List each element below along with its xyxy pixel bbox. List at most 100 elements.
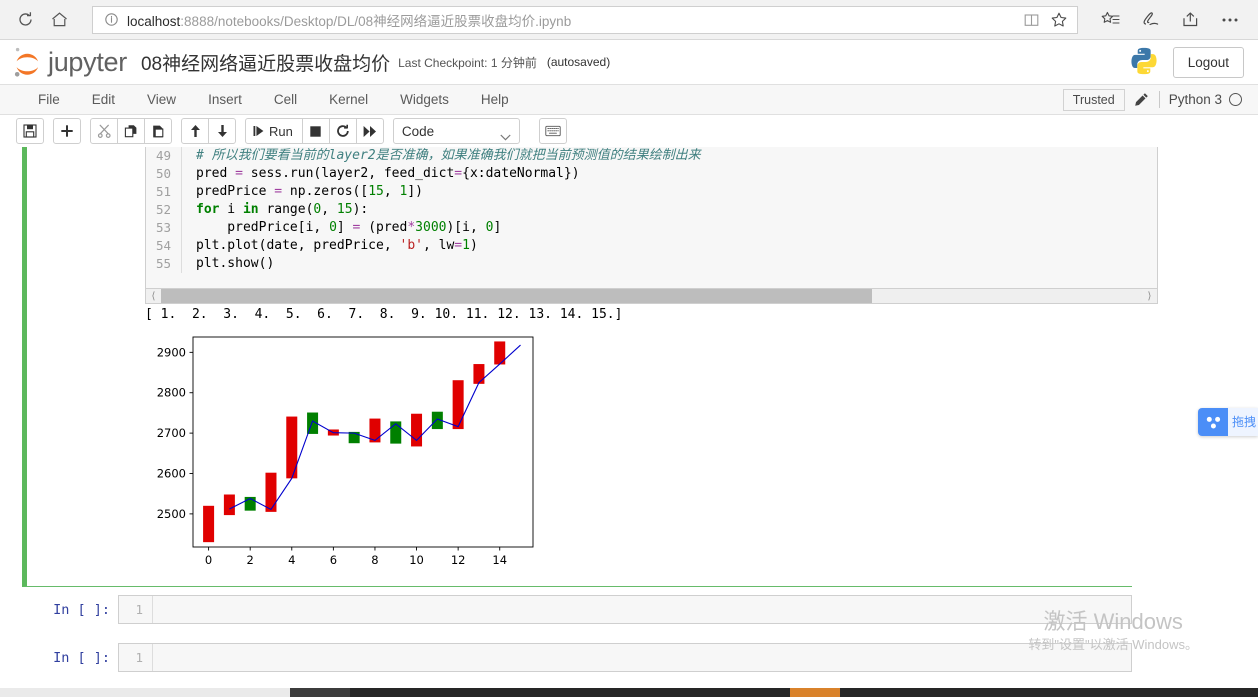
x-tick-label: 14 — [492, 553, 507, 567]
play-icon — [253, 126, 264, 136]
code-horizontal-scrollbar[interactable]: ⟨ ⟩ — [145, 288, 1158, 304]
kernel-indicator-name[interactable]: Python 3 — [1169, 92, 1222, 107]
logout-button[interactable]: Logout — [1172, 46, 1244, 78]
favorites-list-icon[interactable] — [1090, 4, 1130, 36]
candle-bar — [452, 380, 464, 430]
menu-kernel[interactable]: Kernel — [313, 85, 384, 114]
candlestick-chart: 2500 2600 2700 2800 2900 0 2 4 6 8 10 12 14 — [157, 336, 534, 567]
restart-run-all-button[interactable] — [355, 118, 384, 144]
code-line[interactable]: 55 plt.show() — [146, 255, 1157, 273]
menu-edit[interactable]: Edit — [76, 85, 131, 114]
notebook-toolbar: Run Code — [0, 115, 1258, 147]
divider — [1158, 91, 1160, 108]
interrupt-kernel-button[interactable] — [301, 118, 330, 144]
menu-file[interactable]: File — [22, 85, 76, 114]
code-text: plt.plot(date, predPrice, 'b', lw=1) — [196, 238, 478, 253]
info-icon[interactable] — [101, 10, 121, 30]
code-line[interactable]: 51 predPrice = np.zeros([15, 1]) — [146, 183, 1157, 201]
baidu-netdisk-label[interactable]: 拖拽 — [1228, 408, 1258, 436]
candle-bar — [265, 472, 277, 512]
share-icon[interactable] — [1170, 4, 1210, 36]
code-input-area[interactable]: 1 — [118, 595, 1132, 624]
menu-view[interactable]: View — [131, 85, 192, 114]
save-button[interactable] — [16, 118, 44, 144]
address-bar[interactable]: localhost:8888/notebooks/Desktop/DL/08神经… — [92, 5, 1078, 34]
pen-icon[interactable] — [1130, 4, 1170, 36]
copy-cell-button[interactable] — [117, 118, 145, 144]
scrollbar-thumb[interactable] — [161, 289, 873, 303]
command-palette-button[interactable] — [538, 118, 567, 144]
line-number: 53 — [146, 219, 182, 237]
notebook-body[interactable]: 49 # 所以我们要看当前的layer2是否准确，如果准确我们就把当前预测值的结果… — [0, 147, 1258, 681]
insert-cell-button[interactable] — [53, 118, 81, 144]
code-line[interactable]: 49 # 所以我们要看当前的layer2是否准确，如果准确我们就把当前预测值的结果… — [146, 147, 1157, 165]
x-tick-label: 2 — [247, 553, 254, 567]
code-line[interactable]: 50 pred = sess.run(layer2, feed_dict={x:d… — [146, 165, 1157, 183]
stop-square-icon — [310, 125, 322, 137]
menu-help[interactable]: Help — [465, 85, 525, 114]
fast-forward-icon — [363, 125, 376, 137]
menu-insert[interactable]: Insert — [192, 85, 258, 114]
cell-output-text: [ 1. 2. 3. 4. 5. 6. 7. 8. 9. 10. 11. 12.… — [145, 307, 623, 322]
chevron-left-icon[interactable]: ⟨ — [146, 289, 161, 303]
line-number: 51 — [146, 183, 182, 201]
code-text: plt.show() — [196, 256, 275, 271]
chevron-down-icon — [500, 129, 511, 144]
x-tick-label: 12 — [451, 553, 466, 567]
trusted-indicator[interactable]: Trusted — [1062, 88, 1125, 111]
code-cell-empty-1[interactable]: In [ ]: 1 — [22, 595, 1132, 627]
chevron-right-icon[interactable]: ⟩ — [1142, 289, 1157, 303]
cell-prompt: In [ ]: — [53, 602, 110, 618]
move-cell-up-button[interactable] — [181, 118, 209, 144]
notebook-title[interactable]: 08神经网络逼近股票收盘均价 — [141, 49, 390, 76]
code-text: pred = sess.run(layer2, feed_dict={x:dat… — [196, 166, 580, 181]
code-text: predPrice[i, 0] = (pred*3000)[i, 0] — [196, 220, 502, 235]
windows-taskbar[interactable] — [0, 688, 1258, 697]
candle-bar — [390, 421, 402, 444]
home-icon[interactable] — [42, 4, 76, 36]
book-icon[interactable] — [1017, 7, 1045, 33]
code-text: # 所以我们要看当前的layer2是否准确，如果准确我们就把当前预测值的结果绘制… — [196, 148, 701, 163]
scrollbar-track[interactable] — [161, 289, 1142, 303]
x-tick-label: 0 — [205, 553, 212, 567]
code-text: predPrice = np.zeros([15, 1]) — [196, 184, 423, 199]
code-input-area[interactable]: 49 # 所以我们要看当前的layer2是否准确，如果准确我们就把当前预测值的结果… — [145, 147, 1158, 289]
move-cell-down-button[interactable] — [208, 118, 236, 144]
pencil-icon[interactable] — [1125, 92, 1159, 107]
cut-cell-button[interactable] — [90, 118, 118, 144]
baidu-netdisk-icon[interactable] — [1198, 408, 1228, 436]
jupyter-logo-icon — [14, 47, 39, 77]
code-line[interactable]: 54 plt.plot(date, predPrice, 'b', lw=1) — [146, 237, 1157, 255]
x-tick-label: 4 — [288, 553, 295, 567]
x-tick-label: 8 — [371, 553, 378, 567]
y-tick-label: 2700 — [157, 426, 186, 440]
taskbar-button-active[interactable] — [790, 688, 840, 697]
menu-cell[interactable]: Cell — [258, 85, 313, 114]
keyboard-icon — [545, 125, 561, 137]
paste-cell-button[interactable] — [144, 118, 172, 144]
cell-output-figure: 2500 2600 2700 2800 2900 0 2 4 6 8 10 12 14 — [145, 329, 545, 585]
ellipsis-icon[interactable] — [1210, 4, 1250, 36]
candle-bar — [223, 494, 235, 516]
menu-widgets[interactable]: Widgets — [384, 85, 465, 114]
x-tick-label: 6 — [330, 553, 337, 567]
url-path: :8888/notebooks/Desktop/DL/08神经网络逼近股票收盘均… — [180, 13, 572, 29]
restart-kernel-button[interactable] — [328, 118, 357, 144]
taskbar-segment — [350, 688, 790, 697]
jupyter-header: jupyter 08神经网络逼近股票收盘均价 Last Checkpoint: … — [0, 40, 1258, 84]
taskbar-button[interactable] — [290, 688, 350, 697]
code-cell-selected[interactable]: 49 # 所以我们要看当前的layer2是否准确，如果准确我们就把当前预测值的结果… — [22, 147, 1158, 587]
code-line[interactable]: 53 predPrice[i, 0] = (pred*3000)[i, 0] — [146, 219, 1157, 237]
baidu-netdisk-widget[interactable]: 拖拽 — [1198, 408, 1258, 436]
kernel-status-icon — [1229, 93, 1242, 106]
cell-type-select[interactable]: Code — [392, 118, 520, 144]
jupyter-logo[interactable]: jupyter — [14, 47, 127, 78]
code-line[interactable]: 52 for i in range(0, 15): — [146, 201, 1157, 219]
y-tick-label: 2500 — [157, 507, 186, 521]
star-icon[interactable] — [1045, 7, 1073, 33]
code-input-area[interactable]: 1 — [118, 643, 1132, 672]
refresh-icon[interactable] — [8, 4, 42, 36]
code-cell-empty-2[interactable]: In [ ]: 1 — [22, 643, 1132, 675]
run-cell-button[interactable]: Run — [245, 118, 303, 144]
cell-prompt: In [ ]: — [53, 650, 110, 666]
